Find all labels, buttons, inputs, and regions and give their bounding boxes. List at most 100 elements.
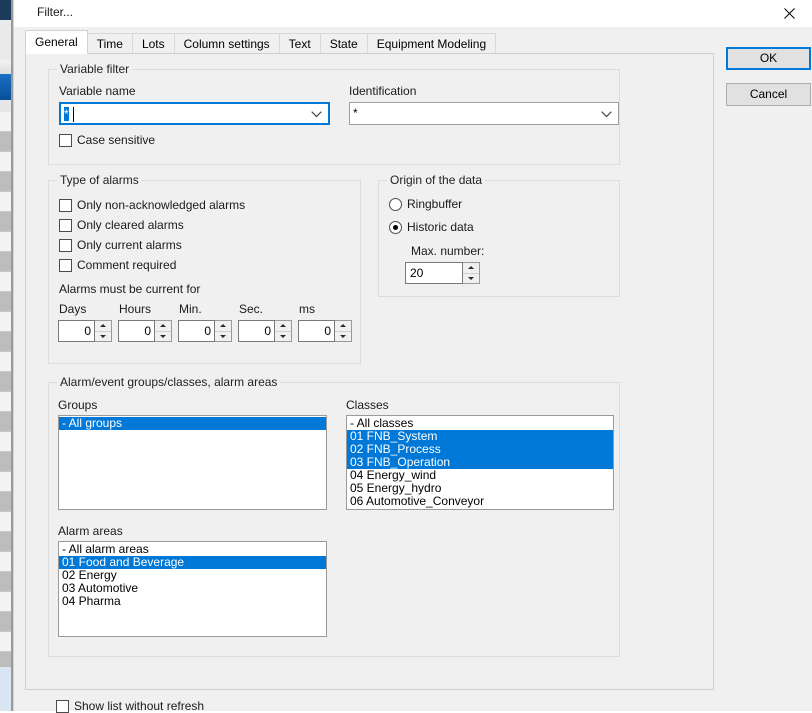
alarms-must-be-current-for-label: Alarms must be current for [59, 282, 201, 296]
ok-button[interactable]: OK [726, 47, 811, 70]
spinner-down-icon[interactable] [335, 332, 351, 342]
classes-listbox[interactable]: - All classes 01 FNB_System 02 FNB_Proce… [346, 415, 614, 510]
comment-required-label: Comment required [77, 258, 177, 272]
radio-circle-selected [389, 220, 402, 234]
spinner-down-icon[interactable] [275, 332, 291, 342]
list-item[interactable]: - All groups [59, 417, 326, 430]
tab-general[interactable]: General [25, 30, 88, 54]
case-sensitive-label: Case sensitive [77, 133, 156, 147]
seconds-label: Sec. [239, 302, 264, 316]
historic-data-label: Historic data [407, 220, 474, 234]
tab-equipment-modeling[interactable]: Equipment Modeling [366, 33, 497, 54]
ringbuffer-label: Ringbuffer [407, 197, 463, 211]
dialog-titlebar: Filter... [14, 0, 812, 27]
text-cursor [73, 107, 74, 122]
identification-label: Identification [349, 84, 417, 98]
only-current-alarms-checkbox[interactable]: Only current alarms [59, 238, 182, 252]
checkbox-box [59, 198, 72, 212]
days-spinner[interactable]: 0 [58, 320, 112, 342]
chevron-down-icon[interactable] [601, 107, 612, 121]
tab-strip: General Time Lots Column settings Text S… [25, 30, 497, 54]
list-item[interactable]: 06 Automotive_Conveyor [347, 495, 613, 508]
cancel-button[interactable]: Cancel [726, 83, 811, 106]
checkbox-box [59, 133, 72, 147]
radio-circle [389, 197, 402, 211]
alarm-areas-label: Alarm areas [58, 524, 123, 538]
origin-of-data-group: Origin of the data Ringbuffer Historic d… [378, 173, 620, 297]
max-number-spinner[interactable]: 20 [405, 262, 480, 284]
seconds-value[interactable]: 0 [238, 320, 275, 342]
list-item[interactable]: 04 Pharma [59, 595, 326, 608]
only-non-acknowledged-alarms-label: Only non-acknowledged alarms [77, 198, 246, 212]
close-icon[interactable] [767, 0, 812, 27]
spinner-down-icon[interactable] [215, 332, 231, 342]
days-value[interactable]: 0 [58, 320, 95, 342]
spinner-down-icon[interactable] [155, 332, 171, 342]
historic-data-radio[interactable]: Historic data [389, 220, 474, 234]
spinner-up-icon[interactable] [215, 321, 231, 332]
classes-label: Classes [346, 398, 389, 412]
spinner-up-icon[interactable] [463, 263, 479, 274]
variable-filter-group: Variable filter Variable name * Identifi… [48, 62, 620, 165]
groups-classes-areas-group: Alarm/event groups/classes, alarm areas … [48, 375, 620, 657]
variable-name-value: * [64, 107, 69, 121]
case-sensitive-checkbox[interactable]: Case sensitive [59, 133, 155, 147]
minutes-spinner-buttons[interactable] [215, 320, 232, 342]
type-of-alarms-group: Type of alarms Only non-acknowledged ala… [48, 173, 361, 364]
alarm-areas-listbox[interactable]: - All alarm areas 01 Food and Beverage 0… [58, 541, 327, 637]
origin-of-data-legend: Origin of the data [387, 173, 486, 187]
max-number-spinner-buttons[interactable] [463, 262, 480, 284]
variable-filter-legend: Variable filter [57, 62, 133, 76]
spinner-down-icon[interactable] [463, 274, 479, 284]
filter-dialog: Filter... General Time Lots Column setti… [13, 0, 812, 713]
only-current-alarms-label: Only current alarms [77, 238, 182, 252]
tab-state[interactable]: State [319, 33, 368, 54]
spinner-up-icon[interactable] [275, 321, 291, 332]
hours-label: Hours [119, 302, 152, 316]
spinner-down-icon[interactable] [95, 332, 111, 342]
tab-lots[interactable]: Lots [131, 33, 175, 54]
type-of-alarms-legend: Type of alarms [57, 173, 142, 187]
variable-name-label: Variable name [59, 84, 136, 98]
only-cleared-alarms-label: Only cleared alarms [77, 218, 184, 232]
days-label: Days [59, 302, 87, 316]
identification-value: * [353, 106, 358, 120]
max-number-label: Max. number: [411, 244, 485, 258]
checkbox-box [59, 258, 72, 272]
tab-text[interactable]: Text [278, 33, 321, 54]
hours-spinner-buttons[interactable] [155, 320, 172, 342]
milliseconds-label: ms [299, 302, 315, 316]
ringbuffer-radio[interactable]: Ringbuffer [389, 197, 462, 211]
milliseconds-spinner-buttons[interactable] [335, 320, 352, 342]
identification-input[interactable]: * [349, 102, 619, 125]
checkbox-box [59, 238, 72, 252]
tab-page-general: Variable filter Variable name * Identifi… [25, 53, 714, 713]
dialog-client-area: General Time Lots Column settings Text S… [14, 27, 812, 713]
days-spinner-buttons[interactable] [95, 320, 112, 342]
minutes-label: Min. [179, 302, 202, 316]
only-non-acknowledged-alarms-checkbox[interactable]: Only non-acknowledged alarms [59, 198, 245, 212]
hours-value[interactable]: 0 [118, 320, 155, 342]
groups-label: Groups [58, 398, 98, 412]
spinner-up-icon[interactable] [155, 321, 171, 332]
milliseconds-value[interactable]: 0 [298, 320, 335, 342]
variable-name-input[interactable]: * [59, 102, 330, 125]
tab-time[interactable]: Time [86, 33, 133, 54]
seconds-spinner[interactable]: 0 [238, 320, 292, 342]
groups-classes-areas-legend: Alarm/event groups/classes, alarm areas [57, 375, 281, 389]
minutes-spinner[interactable]: 0 [178, 320, 232, 342]
hours-spinner[interactable]: 0 [118, 320, 172, 342]
groups-listbox[interactable]: - All groups [58, 415, 327, 510]
chevron-down-icon[interactable] [311, 107, 322, 121]
only-cleared-alarms-checkbox[interactable]: Only cleared alarms [59, 218, 184, 232]
seconds-spinner-buttons[interactable] [275, 320, 292, 342]
spinner-up-icon[interactable] [95, 321, 111, 332]
spinner-up-icon[interactable] [335, 321, 351, 332]
checkbox-box [59, 218, 72, 232]
background-application-window [0, 0, 13, 711]
tab-column-settings[interactable]: Column settings [173, 33, 280, 54]
max-number-value[interactable]: 20 [405, 262, 463, 284]
minutes-value[interactable]: 0 [178, 320, 215, 342]
milliseconds-spinner[interactable]: 0 [298, 320, 352, 342]
comment-required-checkbox[interactable]: Comment required [59, 258, 176, 272]
